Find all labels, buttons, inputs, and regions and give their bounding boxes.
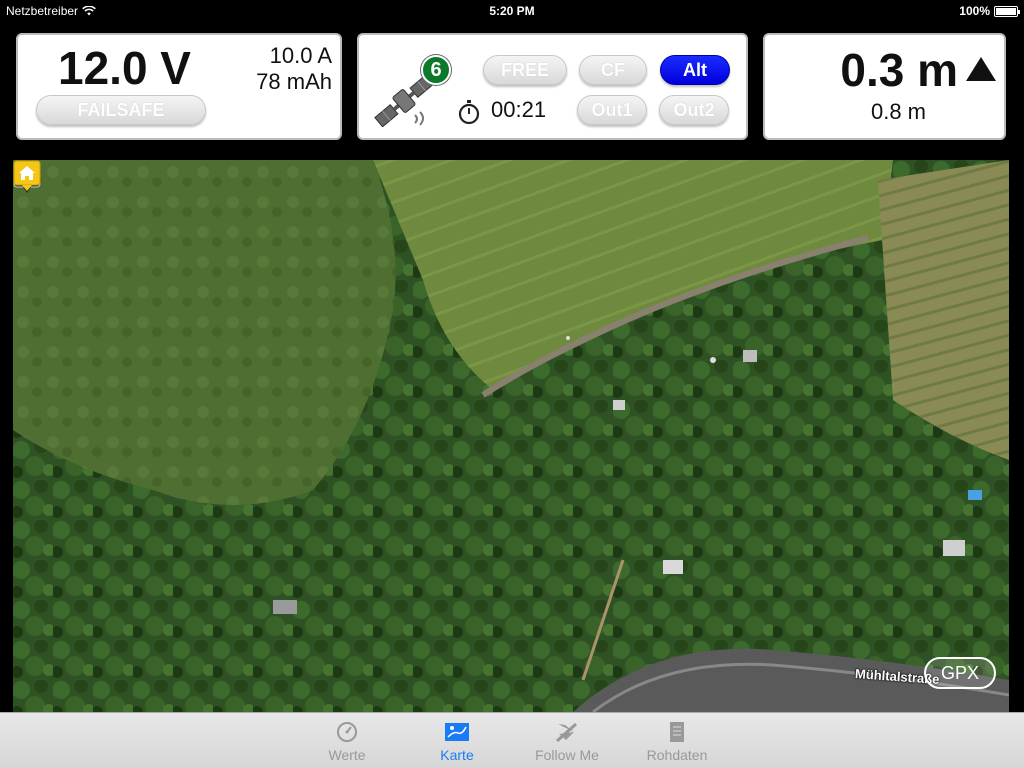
tab-bar: Werte Karte Follow Me Rohdaten <box>0 712 1024 768</box>
plane-icon <box>555 722 578 743</box>
up-triangle-icon <box>966 57 996 81</box>
status-bar: Netzbetreiber 5:20 PM 100% <box>0 0 1024 22</box>
battery-level-fill <box>996 7 1016 15</box>
battery-panel: 12.0 V 10.0 A 78 mAh FAILSAFE <box>16 33 342 140</box>
tab-rohdaten[interactable]: Rohdaten <box>622 721 732 763</box>
tab-rohdaten-label: Rohdaten <box>646 747 708 763</box>
tab-karte[interactable]: Karte <box>402 721 512 763</box>
mode-cf-button[interactable]: CF <box>579 55 647 85</box>
current-value: 10.0 A <box>269 43 332 68</box>
voltage-value: 12.0 V <box>58 42 191 94</box>
altitude-panel: 0.3 m 0.8 m <box>763 33 1006 140</box>
altitude-value: 0.3 m <box>840 44 958 96</box>
battery-status: 100% <box>959 4 1020 18</box>
out1-button[interactable]: Out1 <box>577 95 647 125</box>
status-time: 5:20 PM <box>489 4 535 18</box>
mode-alt-button[interactable]: Alt <box>660 55 730 85</box>
tab-follow-me[interactable]: Follow Me <box>512 721 622 763</box>
tab-werte[interactable]: Werte <box>292 721 402 763</box>
altitude-secondary: 0.8 m <box>870 99 927 124</box>
failsafe-button[interactable]: FAILSAFE <box>36 95 206 125</box>
stopwatch-icon <box>458 100 480 125</box>
tab-follow-me-label: Follow Me <box>535 747 599 763</box>
satellite-map[interactable]: Mühltalstraße GPX <box>13 160 1009 712</box>
mode-free-button[interactable]: FREE <box>483 55 567 85</box>
satellite-count-badge: 6 <box>421 55 451 85</box>
battery-icon <box>994 5 1020 17</box>
map-icon <box>445 723 469 741</box>
out2-button[interactable]: Out2 <box>659 95 729 125</box>
tab-karte-label: Karte <box>440 747 474 763</box>
document-icon <box>670 722 684 742</box>
capacity-value: 78 mAh <box>256 69 332 94</box>
map-imagery <box>13 160 1009 712</box>
flight-panel: 6 00:21 FREE CF Alt Out1 Out2 <box>357 33 748 140</box>
gpx-button[interactable]: GPX <box>924 657 996 689</box>
home-marker-icon[interactable] <box>13 160 41 192</box>
gauge-icon <box>337 722 357 742</box>
battery-percent: 100% <box>959 4 990 18</box>
flight-timer: 00:21 <box>491 97 547 122</box>
tab-werte-label: Werte <box>328 747 366 763</box>
satellite-icon <box>374 75 434 127</box>
